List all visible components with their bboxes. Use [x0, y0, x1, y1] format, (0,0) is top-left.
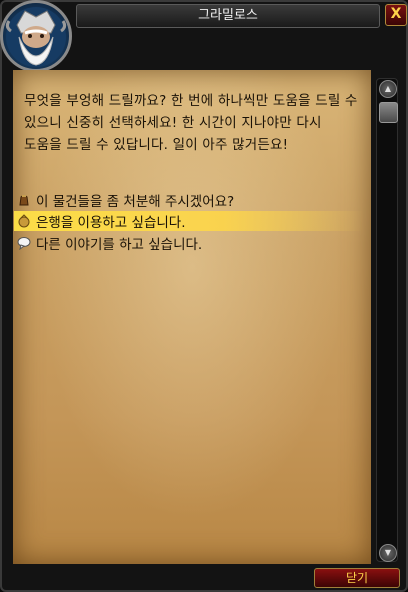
npc-portrait: [0, 0, 72, 72]
bag-icon: [16, 192, 32, 208]
scrollbar-thumb[interactable]: [379, 102, 398, 123]
window-title[interactable]: 그라밀로스: [76, 4, 380, 28]
option-sell-items[interactable]: 이 물건들을 좀 처분해 주시겠어요?: [14, 190, 364, 210]
scrollbar-track[interactable]: [376, 78, 398, 562]
npc-greeting-text: 무엇을 부엉해 드릴까요? 한 번에 하나씩만 도움을 드릴 수 있으니 신중히…: [24, 93, 358, 153]
close-button[interactable]: X: [385, 4, 407, 26]
scroll-up-button[interactable]: ▲: [379, 80, 397, 98]
option-label: 다른 이야기를 하고 싶습니다.: [36, 237, 203, 253]
option-label: 이 물건들을 좀 처분해 주시겠어요?: [36, 194, 235, 210]
goodbye-button[interactable]: 닫기: [314, 568, 400, 588]
option-talk[interactable]: 다른 이야기를 하고 싶습니다.: [14, 233, 364, 253]
dwarf-portrait-icon: [5, 7, 67, 67]
bank-icon: [16, 213, 32, 229]
option-label: 은행을 이용하고 싶습니다.: [36, 215, 186, 231]
chat-bubble-icon: [16, 235, 32, 251]
scroll-down-button[interactable]: ▼: [379, 544, 397, 562]
option-bank[interactable]: 은행을 이용하고 싶습니다.: [14, 211, 364, 231]
